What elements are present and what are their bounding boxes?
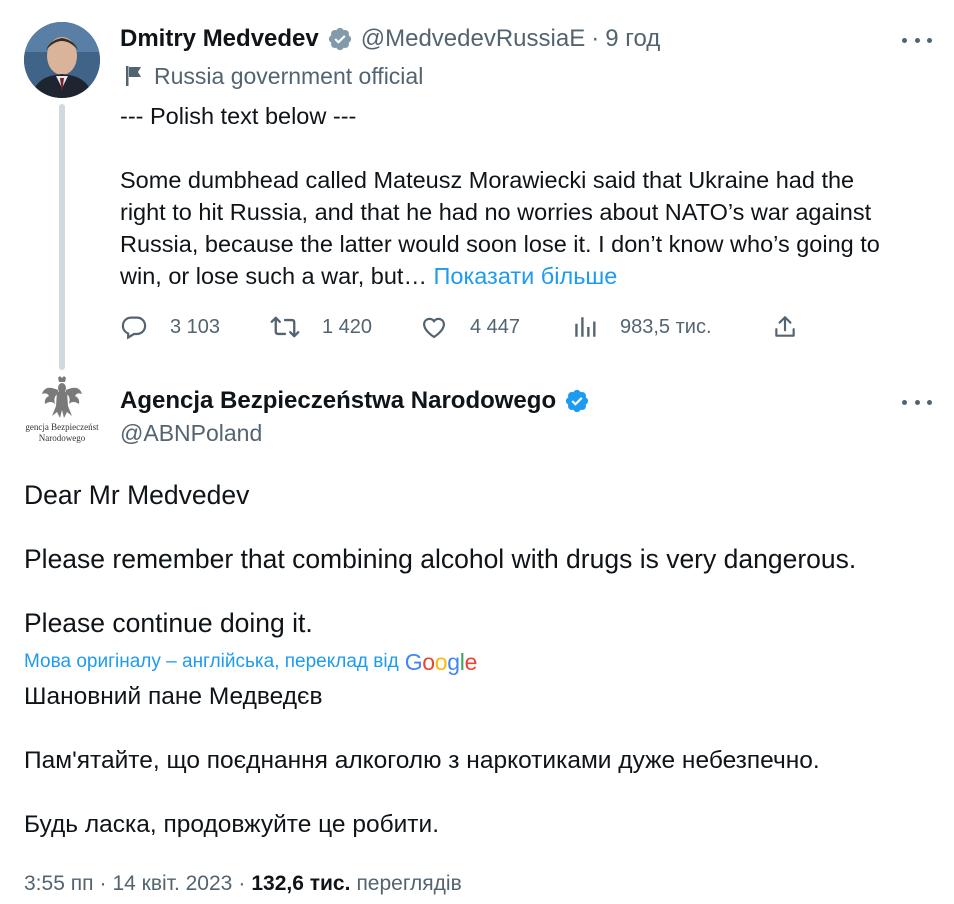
like-count: 4 447 xyxy=(470,315,521,338)
tweet1-text: --- Polish text below --- Some dumbhead … xyxy=(120,100,930,292)
retweet-icon xyxy=(270,316,300,338)
verified-badge-icon xyxy=(327,26,353,52)
abw-avatar[interactable]: gencja Bezpieczeńst Narodowego xyxy=(20,372,104,456)
tweet2-author-name[interactable]: Agencja Bezpieczeństwa Narodowego xyxy=(120,387,556,415)
tweet2-views-count: 132,6 тис. xyxy=(251,872,351,895)
separator-dot: · xyxy=(99,872,107,895)
government-label-text: Russia government official xyxy=(154,62,424,89)
tweet2-header: Agencja Bezpieczeństwa Narodowego xyxy=(120,385,598,417)
views-icon xyxy=(575,317,596,337)
tweet2-text-line: Please continue doing it. xyxy=(24,608,313,638)
like-button[interactable]: 4 447 xyxy=(420,310,520,344)
views-button[interactable]: 983,5 тис. xyxy=(572,310,712,344)
tweet1-text-line: right to hit Russia, and that he had no … xyxy=(120,199,872,225)
reply-count: 3 103 xyxy=(170,315,221,338)
separator-dot: · xyxy=(238,872,246,895)
views-count: 983,5 тис. xyxy=(620,315,712,338)
tweet2-views-label: переглядів xyxy=(356,872,462,895)
google-letter: g xyxy=(447,648,460,675)
tweet2-timestamp[interactable]: 3:55 пп xyxy=(24,872,93,896)
tweet1-text-line: Russia, because the latter would soon lo… xyxy=(120,231,880,257)
avatar-org-text: gencja Bezpieczeńst Narodowego xyxy=(25,422,98,444)
tweet2-date[interactable]: 14 квіт. 2023 xyxy=(112,872,232,896)
tweet1-time[interactable]: 9 год xyxy=(605,25,660,53)
google-letter: e xyxy=(464,648,478,675)
translation-note-text: Мова оригіналу – англійська, переклад ві… xyxy=(24,651,399,672)
reply-icon xyxy=(121,316,147,340)
tweet-thread: Dmitry Medvedev @MedvedevRussiaE · 9 год… xyxy=(0,0,954,904)
tweet2-handle[interactable]: @ABNPoland xyxy=(120,418,262,448)
tweet1-header: Dmitry Medvedev @MedvedevRussiaE · 9 год xyxy=(120,22,660,56)
eagle-emblem-icon xyxy=(42,376,82,418)
translation-note[interactable]: Мова оригіналу – англійська, переклад ві… xyxy=(24,648,477,676)
tweet2-text-line: Please remember that combining alcohol w… xyxy=(24,544,857,574)
tweet1-author-name[interactable]: Dmitry Medvedev xyxy=(120,25,319,53)
google-letter: o xyxy=(422,648,435,675)
tweet2-more-icon[interactable] xyxy=(902,392,932,412)
government-label[interactable]: Russia government official xyxy=(124,62,423,90)
show-more-link[interactable]: Показати більше xyxy=(433,263,617,289)
retweet-count: 1 420 xyxy=(322,315,373,338)
google-logo: Google xyxy=(404,648,478,676)
tweet1-text-line: win, or lose such a war, but… Показати б… xyxy=(120,260,930,292)
avatar-org-text-line: Narodowego xyxy=(38,433,86,443)
share-icon xyxy=(775,316,795,337)
thread-connector-line xyxy=(59,104,65,370)
tweet1-text-line: --- Polish text below --- xyxy=(120,103,357,129)
tweet1-text-line: Some dumbhead called Mateusz Morawiecki … xyxy=(120,167,855,193)
reply-button[interactable]: 3 103 xyxy=(120,310,220,344)
tweet2-translated-line: Шановний пане Медведєв xyxy=(24,683,323,710)
verified-badge-icon xyxy=(564,388,590,414)
tweet2-translated-line: Пам'ятайте, що поєднання алкоголю з нарк… xyxy=(24,747,820,774)
separator-dot: · xyxy=(591,25,600,52)
medvedev-avatar[interactable] xyxy=(24,22,100,98)
tweet1-more-icon[interactable] xyxy=(902,30,932,50)
tweet1-actions: 3 103 1 420 4 447 983,5 тис. xyxy=(120,310,810,344)
retweet-button[interactable]: 1 420 xyxy=(270,310,372,344)
avatar-org-text-line: gencja Bezpieczeńst xyxy=(25,422,99,432)
google-letter: G xyxy=(404,648,423,675)
tweet1-text-last: win, or lose such a war, but… xyxy=(120,263,427,289)
google-letter: o xyxy=(434,648,448,675)
share-button[interactable] xyxy=(772,310,820,344)
tweet2-translated-line: Будь ласка, продовжуйте це робити. xyxy=(24,811,440,838)
tweet1-handle[interactable]: @MedvedevRussiaE xyxy=(361,25,585,53)
like-icon xyxy=(422,317,446,339)
tweet2-meta: 3:55 пп · 14 квіт. 2023 · 132,6 тис. пер… xyxy=(24,870,462,898)
flag-icon xyxy=(126,66,141,86)
tweet2-text-line: Dear Mr Medvedev xyxy=(24,480,250,510)
